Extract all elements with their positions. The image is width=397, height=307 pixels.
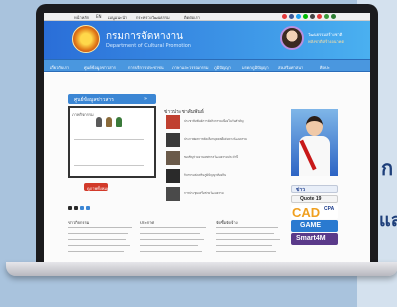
- nav-item-language[interactable]: ภาษาและวรรณกรรม: [172, 64, 209, 71]
- pagination-dot[interactable]: [80, 206, 84, 210]
- nav-item-arts[interactable]: ศิลปะ: [320, 64, 330, 71]
- gallery-divider: [74, 139, 144, 140]
- pagination-dot[interactable]: [74, 206, 78, 210]
- promo-cad-label: CAD: [292, 205, 321, 220]
- youtube-icon[interactable]: [282, 14, 287, 19]
- footer-line: [140, 251, 202, 252]
- footer-line: [140, 227, 206, 228]
- footer-col-title: ข่าวกิจกรรม: [68, 220, 90, 225]
- gallery-tab-label: ศูนย์ข้อมูลข่าวสาร: [74, 97, 114, 103]
- promo-game-label: GAME: [300, 222, 321, 229]
- gallery-figure-icon: [106, 117, 112, 127]
- gallery-divider: [74, 165, 144, 166]
- nav-item-heritage[interactable]: มรดกภูมิปัญญา: [242, 64, 269, 71]
- facebook-icon[interactable]: [289, 14, 294, 19]
- news-thumbnail[interactable]: [166, 151, 180, 165]
- top-link-en[interactable]: EN: [96, 14, 102, 19]
- footer-line: [140, 239, 204, 240]
- nav-item-info[interactable]: ศูนย์ข้อมูลข่าวสาร: [84, 64, 116, 71]
- main-nav: เกี่ยวกับเรา ศูนย์ข้อมูลข่าวสาร การบริกา…: [44, 59, 370, 72]
- top-link-contact[interactable]: ติดต่อเรา: [184, 14, 200, 21]
- minister-portrait-icon: [280, 26, 304, 50]
- promo-news-label: ข่าว: [296, 187, 306, 193]
- footer-line: [216, 251, 276, 252]
- footer-line: [216, 227, 278, 228]
- social-icons: [282, 14, 336, 19]
- news-item[interactable]: ประกาศผลการคัดเลือกบุคคลดีเด่นทางวัฒนธรร…: [184, 137, 247, 142]
- chevron-right-icon[interactable]: »: [144, 96, 147, 102]
- footer-line: [216, 233, 274, 234]
- footer-line: [216, 245, 272, 246]
- nav-item-religion[interactable]: ส่งเสริมศาสนา: [278, 64, 303, 71]
- instagram-icon[interactable]: [317, 14, 322, 19]
- footer-line: [68, 239, 126, 240]
- top-link-menu[interactable]: เมนูแนะนำ: [108, 14, 127, 21]
- site-header: กรมการจัดหางาน Department of Cultural Pr…: [44, 21, 370, 59]
- promo-smart-label: Smart4M: [296, 235, 326, 242]
- footer-line: [68, 251, 124, 252]
- browser-screen: หน้าหลัก EN เมนูแนะนำ กระทรวงวัฒนธรรม ติ…: [44, 13, 370, 262]
- news-item[interactable]: ขอเชิญร่วมงานเทศกาลวัฒนธรรมประจำปี: [184, 155, 238, 160]
- browser-top-bar: หน้าหลัก EN เมนูแนะนำ กระทรวงวัฒนธรรม ติ…: [44, 13, 370, 21]
- gallery-figure-icon: [116, 117, 122, 127]
- pagination-dot[interactable]: [86, 206, 90, 210]
- gallery-figure-icon: [96, 117, 102, 127]
- news-item[interactable]: ประชาสัมพันธ์การจัดกิจกรรมเนื่องในวันสำค…: [184, 119, 244, 124]
- news-thumbnail[interactable]: [166, 133, 180, 147]
- footer-line: [140, 245, 198, 246]
- main-content: ศูนย์ข้อมูลข่าวสาร » ภาพกิจกรรม ดูภาพทั้…: [44, 73, 370, 262]
- view-all-button-label: ดูภาพทั้งหมด: [87, 186, 110, 191]
- outside-character-top: ก: [381, 158, 394, 180]
- news-thumbnail[interactable]: [166, 187, 180, 201]
- line-icon[interactable]: [303, 14, 308, 19]
- news-item[interactable]: กิจกรรมส่งเสริมภูมิปัญญาท้องถิ่น: [184, 173, 226, 178]
- rss-icon[interactable]: [324, 14, 329, 19]
- minister-subslogan: พลังชาติสร้างอนาคต: [308, 39, 345, 44]
- footer-line: [68, 233, 128, 234]
- footer-col-title: จัดซื้อจัดจ้าง: [216, 220, 238, 225]
- nav-item-wisdom[interactable]: ภูมิปัญญา: [214, 64, 231, 71]
- search-icon[interactable]: [310, 14, 315, 19]
- footer-line: [216, 239, 280, 240]
- department-logo-icon[interactable]: [72, 25, 100, 53]
- news-item[interactable]: การประชุมเครือข่ายวัฒนธรรม: [184, 191, 224, 196]
- footer-line: [140, 233, 200, 234]
- pagination-dot[interactable]: [68, 206, 72, 210]
- footer-col-title: ประกาศ: [140, 220, 155, 225]
- site-title-en: Department of Cultural Promotion: [106, 43, 191, 49]
- accessibility-icon[interactable]: [331, 14, 336, 19]
- footer-line: [68, 245, 130, 246]
- top-link-ministry[interactable]: กระทรวงวัฒนธรรม: [136, 14, 170, 21]
- nav-item-about[interactable]: เกี่ยวกับเรา: [50, 64, 69, 71]
- promo-quote-label: Quote 19: [300, 196, 322, 202]
- twitter-icon[interactable]: [296, 14, 301, 19]
- news-thumbnail[interactable]: [166, 115, 180, 129]
- laptop-base: [6, 262, 397, 276]
- outside-character-bottom: แล: [379, 210, 397, 230]
- top-link-home[interactable]: หน้าหลัก: [74, 14, 89, 21]
- promo-cpa-label: CPA: [324, 206, 335, 212]
- site-title-th: กรมการจัดหางาน: [106, 31, 183, 42]
- minister-slogan: วัฒนธรรมสร้างชาติ: [308, 32, 343, 37]
- footer-line: [68, 227, 132, 228]
- portrait-face: [306, 116, 323, 136]
- nav-item-service[interactable]: การบริการประชาชน: [128, 64, 164, 71]
- gallery-caption: ภาพกิจกรรม: [72, 112, 94, 117]
- news-thumbnail[interactable]: [166, 169, 180, 183]
